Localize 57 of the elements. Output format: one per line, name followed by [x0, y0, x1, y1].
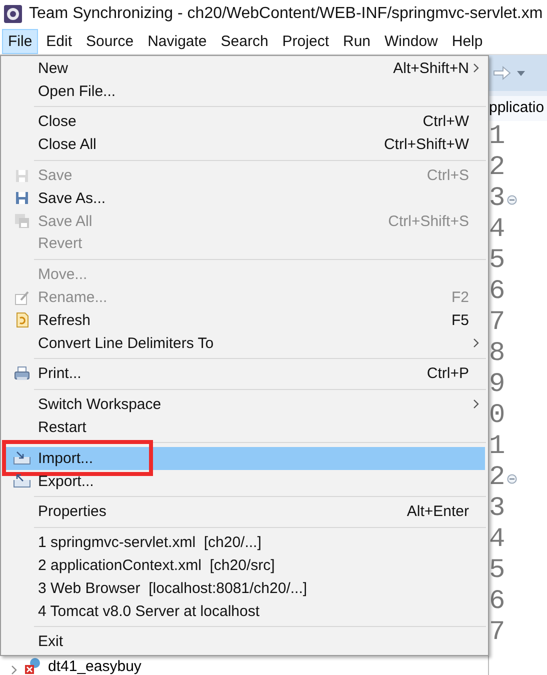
line-number: 3	[489, 184, 506, 215]
menu-item[interactable]: 1 springmvc-servlet.xml [ch20/...]	[3, 531, 485, 554]
menu-bar-item[interactable]: Source	[80, 28, 140, 54]
tree-item[interactable]: dt41_easybuy	[48, 658, 142, 675]
menu-bar-item[interactable]: Navigate	[142, 28, 213, 54]
refresh-icon	[14, 312, 30, 328]
dropdown-caret-icon[interactable]	[517, 70, 525, 76]
import-icon	[12, 451, 30, 466]
menu-item[interactable]: Close All Ctrl+Shift+W	[3, 133, 485, 156]
line-number: 4	[489, 215, 506, 246]
menu-bar-item[interactable]: Edit	[40, 28, 78, 54]
line-number: 2	[489, 463, 506, 494]
menu-bar-item[interactable]: Project	[276, 28, 335, 54]
menu-item[interactable]: Print... Ctrl+P	[3, 362, 485, 386]
menu-item[interactable]: New Alt+Shift+N	[3, 57, 485, 80]
line-number: 6	[489, 587, 506, 618]
editor-tab[interactable]: pplicatio	[489, 96, 547, 121]
menu-item[interactable]: Export...	[3, 470, 485, 493]
collapse-icon[interactable]	[507, 474, 518, 484]
menu-bar-item[interactable]: Search	[214, 28, 274, 54]
menu-item[interactable]: Save As...	[3, 186, 485, 210]
menu-bar-item[interactable]: File	[2, 28, 38, 54]
line-number: 5	[489, 556, 506, 587]
line-number: 1	[489, 122, 506, 153]
line-number: 9	[489, 370, 506, 401]
menu-item[interactable]: Import...	[3, 446, 485, 470]
menu-item[interactable]: Open File...	[3, 80, 485, 103]
menu-item[interactable]: Restart	[3, 416, 485, 439]
menu-bar-item[interactable]: Run	[336, 28, 377, 54]
menu-item[interactable]: Exit	[3, 630, 485, 654]
menu-item[interactable]: Switch Workspace	[3, 393, 485, 416]
menu-item[interactable]: 4 Tomcat v8.0 Server at localhost	[3, 600, 485, 623]
pencil-icon	[14, 290, 30, 306]
collapse-icon[interactable]	[507, 194, 518, 204]
window-title: Team Synchronizing - ch20/WebContent/WEB-INF/springmvc-servlet.xm	[29, 5, 543, 23]
menu-bar-item[interactable]: Help	[446, 28, 489, 54]
line-number: 6	[489, 277, 506, 308]
forward-arrow-icon[interactable]	[493, 66, 511, 80]
menu-bar-item[interactable]: Window	[378, 28, 444, 54]
line-number: 3	[489, 494, 506, 525]
menu-item[interactable]: 2 applicationContext.xml [ch20/src]	[3, 554, 485, 577]
menu-item[interactable]: Refresh F5	[3, 308, 485, 332]
menu-item[interactable]: 3 Web Browser [localhost:8081/ch20/...]	[3, 576, 485, 600]
floppy-disks-icon	[14, 213, 30, 230]
line-number: 4	[489, 525, 506, 556]
line-number: 7	[489, 618, 506, 649]
line-number: 1	[489, 432, 506, 463]
line-number: 0	[489, 401, 506, 432]
export-icon	[12, 474, 30, 488]
menu-item[interactable]: Properties Alt+Enter	[3, 500, 485, 524]
menu-item[interactable]: Close Ctrl+W	[3, 110, 485, 134]
printer-icon	[14, 366, 30, 382]
line-number: 7	[489, 308, 506, 339]
line-number: 8	[489, 339, 506, 370]
menu-item[interactable]: Convert Line Delimiters To	[3, 332, 485, 355]
line-number: 2	[489, 153, 506, 184]
line-number: 5	[489, 246, 506, 277]
